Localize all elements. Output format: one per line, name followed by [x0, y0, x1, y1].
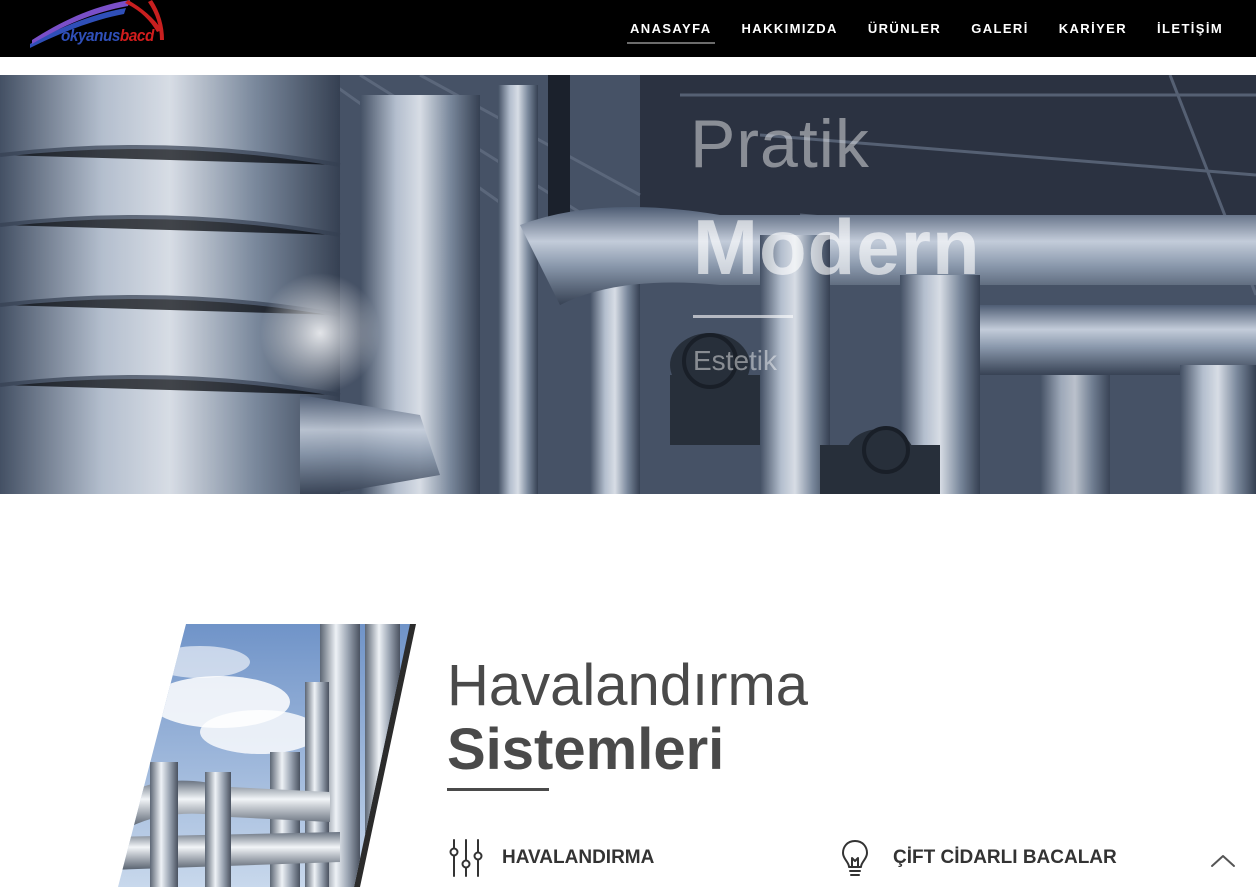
hero-divider [693, 315, 793, 318]
hero-line-modern: Modern [693, 203, 981, 291]
logo-text-part2: bacd [119, 26, 154, 45]
hero-industrial-pipes-image [0, 75, 1256, 494]
chevron-up-icon[interactable] [1208, 848, 1238, 872]
hero-line-pratik: Pratik [690, 106, 870, 182]
nav-item-hakkimizda[interactable]: HAKKIMIZDA [727, 0, 853, 57]
site-header: okyanusbacd ANASAYFA HAKKIMIZDA ÜRÜNLER … [0, 0, 1256, 57]
hero-line-estetik: Estetik [693, 345, 778, 376]
ventilation-pipes-image [118, 624, 416, 887]
hero-slider[interactable]: Pratik Modern Estetik [0, 75, 1256, 494]
heading-underline [447, 788, 549, 791]
logo-text-part1: okyanus [61, 26, 120, 45]
sliders-icon [449, 839, 483, 877]
logo-text: okyanusbacd [61, 26, 154, 46]
lightbulb-icon [842, 840, 868, 876]
feature-cift-cidarli-bacalar[interactable]: ÇİFT CİDARLI BACALAR [840, 838, 1117, 878]
feature-havalandirma[interactable]: HAVALANDIRMA [449, 838, 654, 878]
logo[interactable]: okyanusbacd [30, 0, 170, 52]
main-nav: ANASAYFA HAKKIMIZDA ÜRÜNLER GALERİ KARİY… [615, 0, 1238, 57]
heading-bold: Sistemleri [447, 717, 725, 782]
feature-label-cift-cidarli-bacalar: ÇİFT CİDARLI BACALAR [893, 847, 1117, 868]
heading-light: Havalandırma [447, 653, 809, 718]
nav-item-urunler[interactable]: ÜRÜNLER [853, 0, 956, 57]
feature-label-havalandirma: HAVALANDIRMA [502, 847, 655, 868]
section-heading: Havalandırma Sistemleri [447, 652, 808, 780]
nav-item-iletisim[interactable]: İLETİŞİM [1142, 0, 1238, 57]
nav-item-anasayfa[interactable]: ANASAYFA [615, 0, 727, 57]
nav-item-galeri[interactable]: GALERİ [956, 0, 1044, 57]
nav-item-kariyer[interactable]: KARİYER [1044, 0, 1142, 57]
